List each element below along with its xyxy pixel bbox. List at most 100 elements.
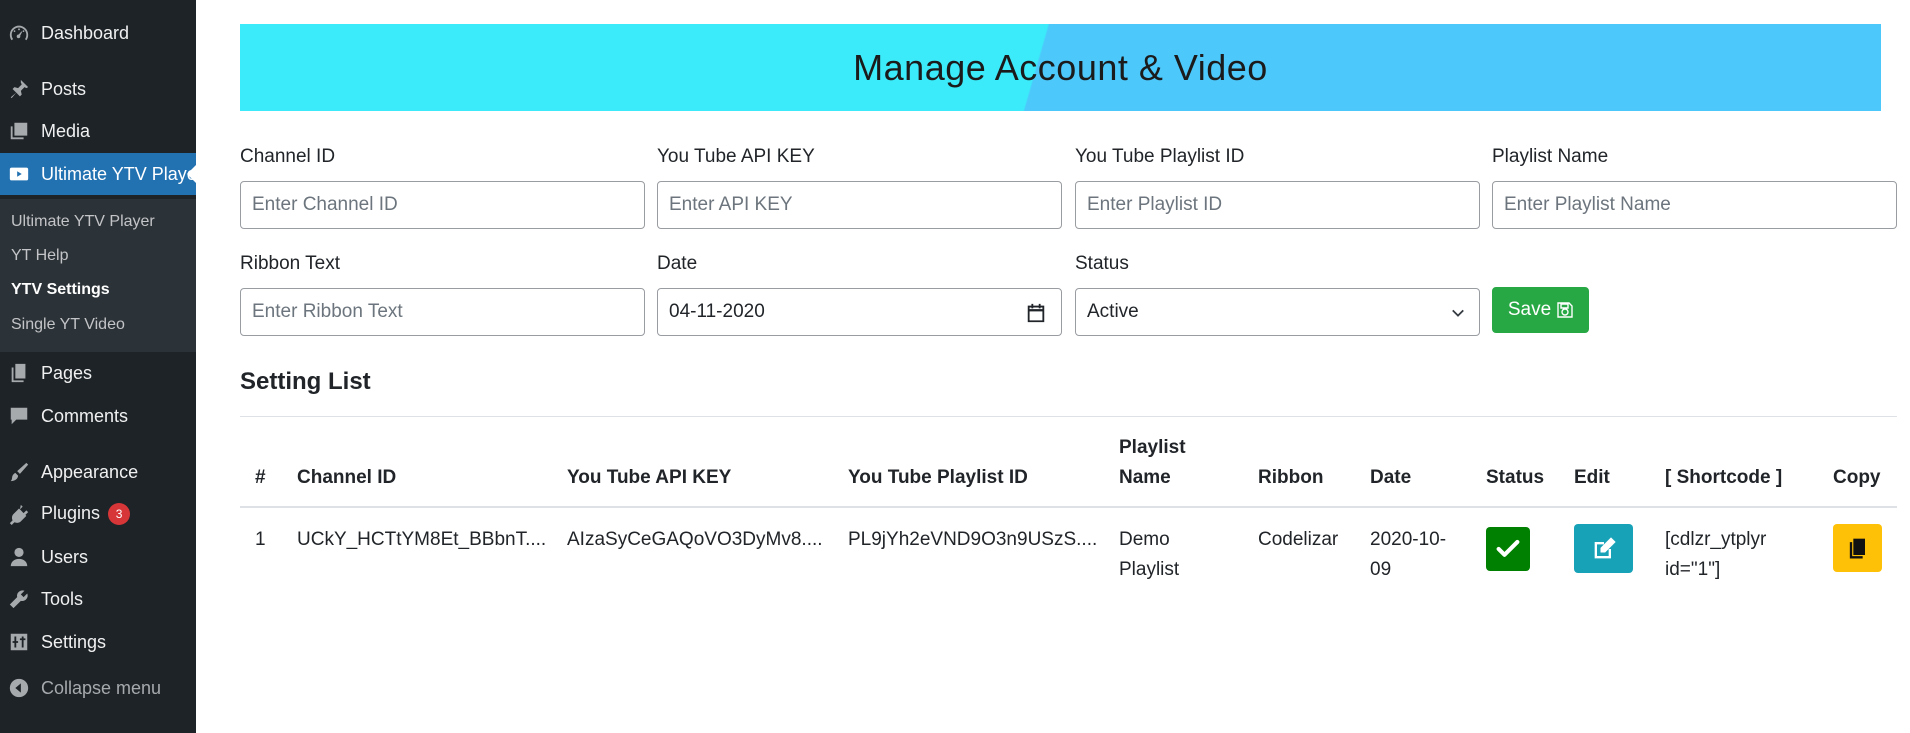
save-button-label: Save [1507,299,1552,320]
pages-icon [8,362,30,384]
ribbon-text-label: Ribbon Text [240,253,340,274]
copy-icon [1849,538,1865,559]
col-header-ribbon: Ribbon [1258,467,1324,488]
status-select[interactable]: Active [1075,288,1480,336]
submenu-item-ytv-settings[interactable]: YTV Settings [11,281,110,299]
sidebar-item-ultimate-ytv-player[interactable]: Ultimate YTV Player [0,153,203,195]
col-header-shortcode: [ Shortcode ] [1665,467,1783,488]
sidebar-item-posts[interactable]: Posts [0,69,196,109]
playlist-name-field-group: Playlist Name [1492,145,1897,229]
comment-icon [8,405,30,427]
channel-id-input[interactable] [240,181,645,229]
ribbon-text-field-group: Ribbon Text [240,252,645,336]
col-header-api-key: You Tube API KEY [567,467,732,488]
cell-number: 1 [255,529,266,550]
ribbon-text-input[interactable] [240,288,645,336]
date-value: 04-11-2020 [669,301,765,322]
save-button[interactable]: Save [1492,287,1589,333]
sidebar-item-label: Settings [41,631,107,652]
date-input[interactable]: 04-11-2020 [657,288,1062,336]
col-header-edit: Edit [1574,467,1610,488]
dashboard-icon [8,22,30,44]
status-selected-value: Active [1087,301,1139,322]
cell-playlist-name-line1: Demo [1119,529,1170,550]
api-key-input[interactable] [657,181,1062,229]
playlist-id-label: You Tube Playlist ID [1075,146,1245,167]
api-key-field-group: You Tube API KEY [657,145,1062,229]
cell-shortcode-line1[interactable]: [cdlzr_ytplyr [1665,525,1766,555]
sidebar-item-label: Appearance [41,461,139,482]
sidebar-item-label: Dashboard [41,22,130,43]
sidebar-item-pages[interactable]: Pages [0,353,196,393]
col-header-playlist-name-line1: Playlist [1119,437,1186,458]
col-header-copy: Copy [1833,467,1881,488]
page-banner: Manage Account & Video [240,24,1881,111]
brush-icon [8,461,30,483]
collapse-icon [8,677,30,699]
submenu-item-single-yt-video[interactable]: Single YT Video [11,316,125,334]
sidebar-item-media[interactable]: Media [0,111,196,151]
col-header-status: Status [1486,467,1545,488]
sidebar-item-comments[interactable]: Comments [0,396,196,436]
col-header-playlist-name-line2: Name [1119,467,1171,488]
sidebar-item-label: Plugins [41,502,101,523]
sidebar-item-label: Collapse menu [41,677,162,698]
status-field-group: Status Active [1075,252,1480,336]
cell-shortcode-line2[interactable]: id="1"] [1665,555,1720,585]
cell-api-key: AIzaSyCeGAQoVO3DyMv8.... [567,529,823,550]
sidebar-item-dashboard[interactable]: Dashboard [0,13,196,53]
plugin-icon [8,503,30,525]
wrench-icon [8,588,30,610]
playlist-name-input[interactable] [1492,181,1897,229]
cell-playlist-id: PL9jYh2eVND9O3n9USzS.... [848,529,1098,550]
col-header-channel-id: Channel ID [297,467,397,488]
sidebar-item-label: Pages [41,362,93,383]
calendar-icon[interactable] [1025,302,1047,324]
cell-date-line2: 09 [1370,559,1392,580]
submenu-item-ultimate-ytv-player[interactable]: Ultimate YTV Player [11,213,155,231]
col-header-playlist-id: You Tube Playlist ID [848,467,1028,488]
status-label: Status [1075,253,1129,274]
sidebar-item-label: Media [41,120,91,141]
status-active-button[interactable] [1486,527,1530,571]
floppy-disk-icon [1557,302,1573,318]
sidebar-item-settings[interactable]: Settings [0,622,196,662]
sidebar-item-label: Ultimate YTV Player [41,163,203,184]
channel-id-label: Channel ID [240,146,336,167]
user-icon [8,546,30,568]
edit-button[interactable] [1574,524,1633,573]
sidebar-collapse-menu[interactable]: Collapse menu [0,668,196,708]
cell-playlist-name-line2: Playlist [1119,559,1180,580]
table-header-divider [240,506,1897,508]
chevron-down-icon [1452,309,1464,317]
plugins-update-badge: 3 [108,503,131,526]
settings-sliders-icon [8,631,30,653]
channel-id-field-group: Channel ID [240,145,645,229]
sidebar-item-tools[interactable]: Tools [0,579,196,619]
admin-sidebar: Dashboard Posts Media Ultimate YTV Playe… [0,0,203,733]
col-header-number: # [255,467,266,488]
cell-date-line1: 2020-10- [1370,529,1447,550]
api-key-label: You Tube API KEY [657,146,815,167]
playlist-id-input[interactable] [1075,181,1480,229]
sidebar-item-label: Tools [41,588,84,609]
col-header-date: Date [1370,467,1412,488]
checkmark-icon [1496,539,1520,557]
edit-icon [1594,536,1616,558]
copy-shortcode-button[interactable] [1833,524,1882,572]
playlist-name-label: Playlist Name [1492,146,1609,167]
page-title: Manage Account & Video [853,46,1268,88]
cell-ribbon: Codelizar [1258,529,1339,550]
setting-list-title: Setting List [240,368,371,395]
sidebar-item-appearance[interactable]: Appearance [0,452,196,492]
sidebar-item-label: Posts [41,78,87,99]
playlist-id-field-group: You Tube Playlist ID [1075,145,1480,229]
sidebar-submenu: Ultimate YTV Player YT Help YTV Settings… [0,199,196,352]
cell-channel-id: UCkY_HCTtYM8Et_BBbnT.... [297,529,547,550]
sidebar-item-users[interactable]: Users [0,537,196,577]
section-divider [240,416,1897,417]
sidebar-item-plugins[interactable]: Plugins 3 [0,494,196,534]
submenu-item-yt-help[interactable]: YT Help [11,247,69,265]
youtube-icon [8,163,30,185]
date-label: Date [657,253,698,274]
